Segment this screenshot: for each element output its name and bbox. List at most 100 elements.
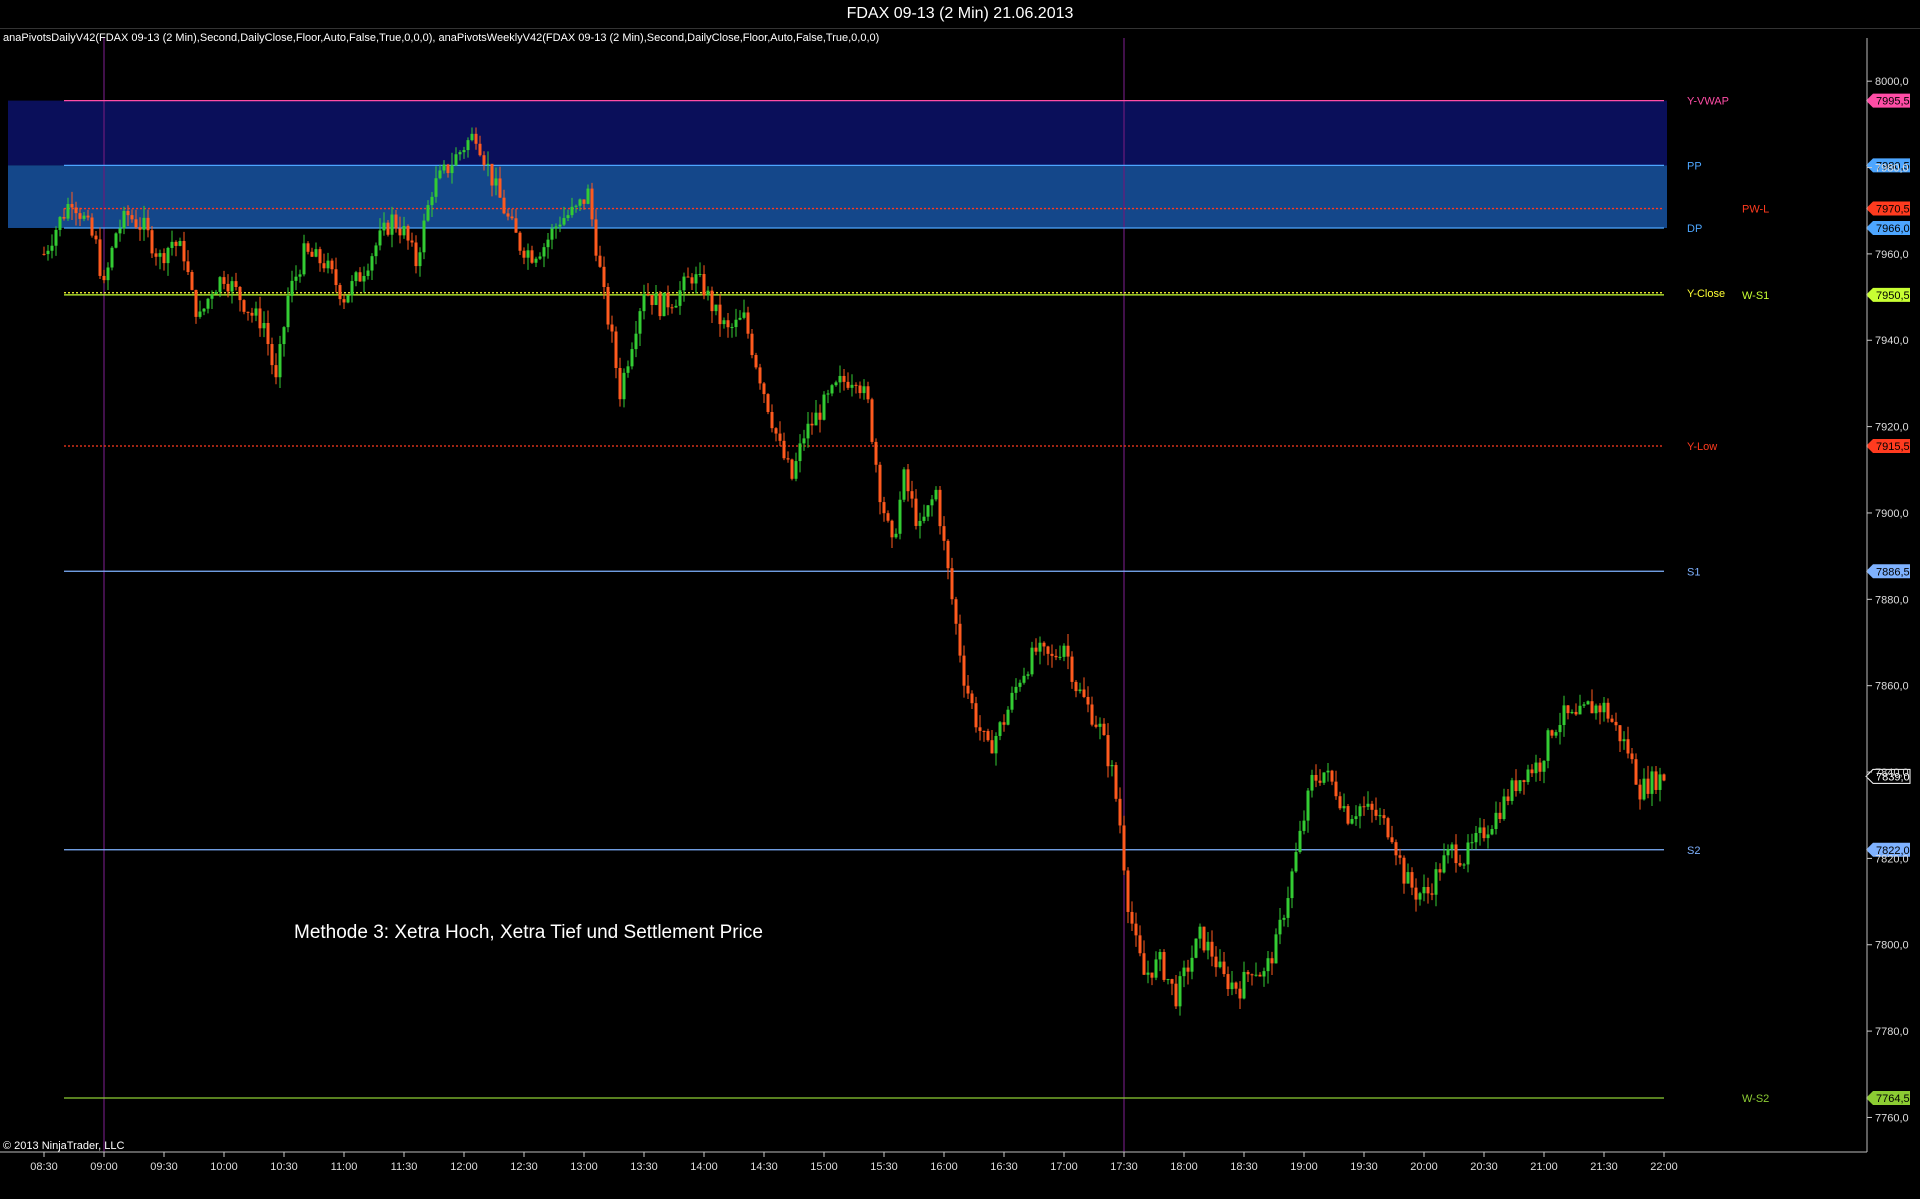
- candle-body: [1578, 705, 1582, 715]
- candle-body: [630, 349, 634, 367]
- candle-body: [1298, 830, 1302, 853]
- candle-body: [330, 260, 334, 270]
- candle-body: [1270, 958, 1274, 964]
- x-tick-label: 11:30: [391, 1161, 418, 1173]
- candle-body: [662, 292, 666, 317]
- candle-body: [946, 540, 950, 569]
- level-label-s2: S2: [1687, 845, 1700, 857]
- candle-body: [874, 441, 878, 465]
- candle-body: [782, 440, 786, 459]
- candle-body: [174, 241, 178, 246]
- x-tick-label: 18:30: [1230, 1161, 1258, 1173]
- candle-body: [666, 292, 670, 308]
- y-tick-label: 7800,0: [1875, 940, 1909, 952]
- candle-body: [1466, 842, 1470, 865]
- candle-body: [342, 299, 346, 303]
- y-tick-label: 7980,0: [1875, 163, 1909, 175]
- candle-body: [1182, 967, 1186, 977]
- x-tick-label: 14:00: [690, 1161, 718, 1173]
- price-tag-value: 7764,5: [1876, 1093, 1910, 1105]
- candle-body: [786, 458, 790, 460]
- candle-body: [1038, 642, 1042, 652]
- candle-body: [198, 311, 202, 317]
- candle-body: [830, 385, 834, 394]
- candle-body: [646, 294, 650, 296]
- candle-body: [1290, 871, 1294, 899]
- candle-body: [318, 249, 322, 264]
- candle-body: [470, 133, 474, 141]
- candle-body: [1526, 769, 1530, 783]
- candle-body: [1094, 724, 1098, 727]
- candle-body: [434, 178, 438, 197]
- x-tick-label: 19:30: [1350, 1161, 1378, 1173]
- candle-body: [1106, 735, 1110, 767]
- candle-body: [694, 274, 698, 284]
- x-tick-label: 09:00: [90, 1161, 118, 1173]
- candle-body: [1326, 770, 1330, 773]
- candle-body: [1362, 806, 1366, 808]
- candle-body: [658, 293, 662, 317]
- candle-body: [878, 464, 882, 503]
- candle-body: [1226, 974, 1230, 990]
- candle-body: [986, 731, 990, 741]
- candle-body: [1082, 689, 1086, 697]
- candle-body: [566, 215, 570, 219]
- candle-body: [670, 307, 674, 309]
- candle-body: [1646, 778, 1650, 794]
- candle-body: [250, 312, 254, 316]
- candle-body: [610, 324, 614, 332]
- candle-body: [102, 275, 106, 281]
- candle-body: [230, 281, 234, 292]
- candle-body: [1438, 869, 1442, 873]
- level-label-y-vwap: Y-VWAP: [1687, 96, 1729, 108]
- candle-body: [1358, 806, 1362, 817]
- level-label-w-s1: W-S1: [1742, 290, 1769, 302]
- level-label-s1: S1: [1687, 566, 1700, 578]
- candle-body: [1654, 771, 1658, 790]
- candle-body: [1210, 941, 1214, 957]
- candle-body: [1546, 730, 1550, 761]
- candle-body: [170, 241, 174, 248]
- candle-body: [1206, 941, 1210, 951]
- price-chart[interactable]: Y-VWAP 7995,5PP 7980,5PW-L 7970,5DP 7966,0Y-…: [0, 0, 1920, 1199]
- candle-body: [54, 229, 58, 246]
- candle-body: [290, 280, 294, 296]
- candle-body: [1266, 958, 1270, 972]
- candle-body: [286, 295, 290, 328]
- candle-body: [1426, 886, 1430, 894]
- candle-body: [222, 277, 226, 284]
- candle-body: [1282, 917, 1286, 920]
- candle-body: [1446, 848, 1450, 856]
- candle-body: [1342, 806, 1346, 809]
- candle-body: [98, 239, 102, 276]
- candle-body: [354, 272, 358, 282]
- candle-body: [738, 317, 742, 320]
- candle-body: [1574, 711, 1578, 715]
- candle-body: [578, 199, 582, 206]
- candle-body: [906, 469, 910, 492]
- candle-body: [446, 164, 450, 174]
- candle-body: [1046, 646, 1050, 654]
- candle-body: [114, 233, 118, 248]
- candle-body: [938, 489, 942, 527]
- candle-body: [1146, 972, 1150, 975]
- candle-body: [346, 295, 350, 303]
- candle-body: [182, 241, 186, 262]
- candle-body: [58, 217, 62, 230]
- price-tag-value: 7886,5: [1876, 566, 1910, 578]
- candle-body: [254, 308, 258, 316]
- candle-body: [1114, 765, 1118, 799]
- candle-body: [590, 188, 594, 220]
- candle-body: [1514, 780, 1518, 792]
- candle-body: [302, 243, 306, 275]
- candle-body: [1542, 760, 1546, 772]
- candle-body: [778, 433, 782, 441]
- candle-body: [278, 344, 282, 378]
- candle-body: [1274, 934, 1278, 964]
- candle-body: [1294, 852, 1298, 872]
- candle-body: [1214, 956, 1218, 968]
- candle-body: [66, 204, 70, 219]
- candle-body: [886, 513, 890, 521]
- candle-body: [294, 276, 298, 281]
- candle-body: [702, 274, 706, 296]
